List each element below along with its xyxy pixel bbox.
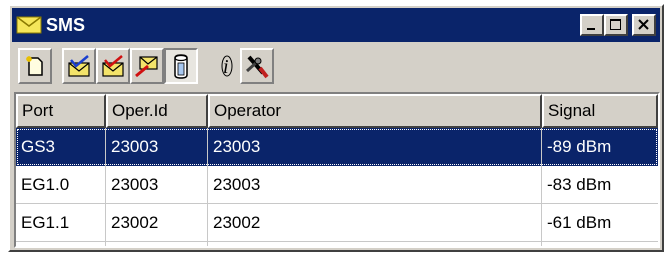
grid-line (541, 128, 542, 246)
signal-cell: -89 dBm (547, 137, 612, 156)
close-icon (638, 19, 649, 30)
operator-cell: 23003 (213, 175, 261, 194)
settings-tools-icon (245, 55, 269, 79)
sim-storage-button[interactable] (164, 48, 198, 84)
sim-storage-icon (174, 54, 188, 79)
column-header-signal[interactable]: Signal (542, 94, 658, 128)
port-cell: EG1.1 (21, 213, 70, 232)
info-icon: i (221, 55, 233, 78)
table-row[interactable]: GS3 23003 23003 -89 dBm (16, 128, 658, 166)
column-header-operator[interactable]: Operator (208, 94, 542, 128)
title-bar[interactable]: SMS (12, 8, 660, 42)
settings-tools-button[interactable] (240, 48, 274, 84)
outbox-check-icon (102, 55, 124, 77)
signal-cell: -61 dBm (547, 213, 612, 232)
window-title: SMS (46, 14, 86, 35)
grid-line (105, 128, 106, 246)
maximize-icon (610, 19, 621, 30)
oper-id-cell: 23003 (111, 175, 159, 194)
oper-id-cell: 23002 (111, 213, 159, 232)
info-button[interactable]: i (210, 48, 244, 84)
port-cell: EG1.0 (21, 175, 70, 194)
column-header-oper-id[interactable]: Oper.Id (106, 94, 208, 128)
delete-message-icon (135, 56, 158, 78)
new-message-button[interactable] (18, 48, 52, 84)
close-button[interactable] (632, 14, 656, 36)
toolbar: i (14, 46, 658, 90)
outbox-button[interactable] (96, 48, 130, 84)
inbox-check-icon (68, 55, 90, 77)
envelope-icon (16, 16, 42, 34)
table-row[interactable]: EG1.0 23003 23003 -83 dBm (16, 166, 658, 204)
new-message-icon (26, 56, 43, 76)
minimize-icon (587, 28, 595, 30)
grid-line (16, 203, 658, 204)
port-cell: GS3 (21, 137, 56, 156)
delete-message-button[interactable] (130, 48, 164, 84)
grid-line (16, 241, 658, 242)
column-header-port[interactable]: Port (16, 94, 106, 128)
operator-cell: 23002 (213, 213, 261, 232)
sms-window: SMS i Port Oper.Id Operator Signal GS3 2… (8, 4, 664, 252)
table-row[interactable]: EG1.1 23002 23002 -61 dBm (16, 204, 658, 242)
operator-cell: 23003 (213, 137, 261, 156)
inbox-button[interactable] (62, 48, 96, 84)
signal-cell: -83 dBm (547, 175, 612, 194)
maximize-button[interactable] (604, 14, 628, 36)
oper-id-cell: 23003 (111, 137, 159, 156)
minimize-button[interactable] (580, 14, 604, 36)
grid-line (207, 128, 208, 246)
operator-table: Port Oper.Id Operator Signal GS3 23003 2… (14, 92, 660, 248)
